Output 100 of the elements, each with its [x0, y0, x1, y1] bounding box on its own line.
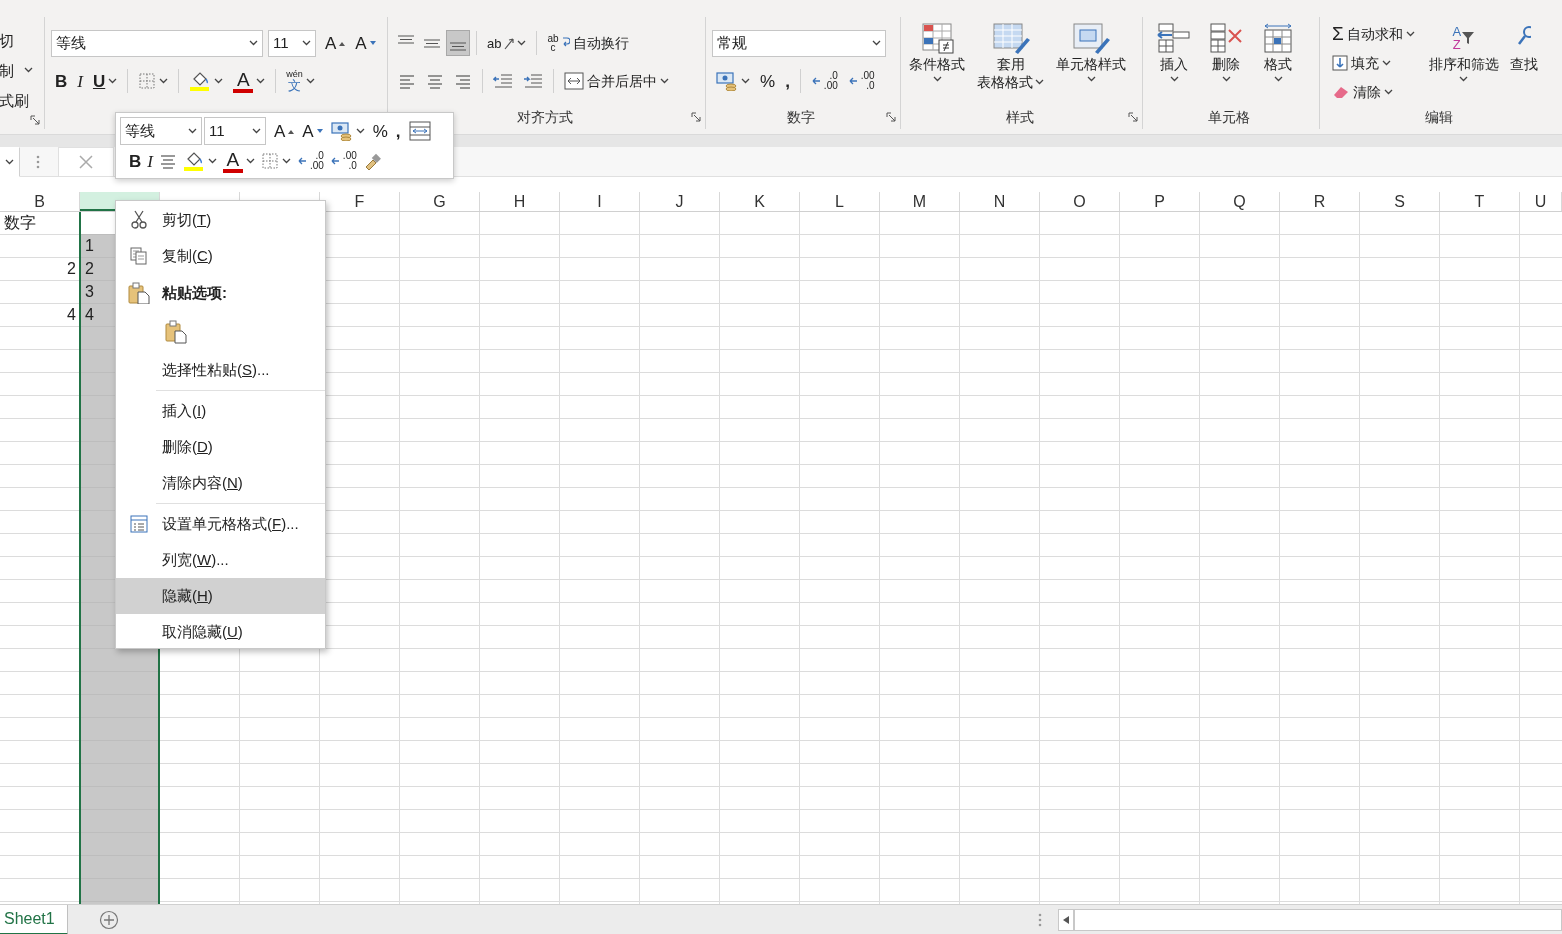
fill-color-icon	[182, 150, 205, 172]
decrease-decimal-button[interactable]: .00 .0	[843, 67, 879, 95]
italic-button[interactable]: I	[144, 147, 156, 175]
horizontal-scrollbar[interactable]	[1074, 908, 1562, 931]
menu-item[interactable]: 设置单元格格式(F)...	[116, 506, 325, 542]
column-header[interactable]: S	[1360, 192, 1440, 211]
caret-icon	[1405, 30, 1415, 37]
menu-item[interactable]: 清除内容(N)	[116, 465, 325, 501]
wrap-text-button[interactable]: ab c 自动换行	[543, 29, 633, 57]
menu-item[interactable]: 复制(C)	[116, 238, 325, 274]
column-header[interactable]: U	[1520, 192, 1562, 211]
column-header[interactable]: K	[720, 192, 800, 211]
caret-icon	[932, 75, 942, 82]
decrease-decimal-button[interactable]: .00 .0	[326, 147, 360, 175]
column-header[interactable]: N	[960, 192, 1040, 211]
underline-button[interactable]: U	[88, 67, 122, 95]
grow-font-button[interactable]: A	[271, 117, 298, 145]
orientation-button[interactable]: ab	[483, 29, 531, 57]
borders-icon	[260, 152, 279, 170]
sigma-icon: Σ	[1332, 24, 1344, 43]
editing-button[interactable]: 清除	[1328, 77, 1419, 106]
number-format-field[interactable]: 常规	[712, 29, 886, 57]
cancel-button[interactable]	[58, 146, 114, 177]
caret-icon	[214, 78, 224, 84]
dialog-launcher-icon	[886, 112, 896, 122]
column-header[interactable]: H	[480, 192, 560, 211]
grow-font-button[interactable]: A	[321, 29, 350, 57]
column-header[interactable]: O	[1040, 192, 1120, 211]
cell-command-button[interactable]: 删除	[1203, 17, 1249, 105]
fill-down-icon	[1332, 54, 1348, 71]
caret-icon	[741, 78, 750, 84]
fill-color-icon	[189, 70, 212, 92]
caret-icon	[1035, 79, 1044, 86]
caret-icon	[252, 128, 261, 134]
shrink-font-button[interactable]: A	[299, 117, 326, 145]
percent-button[interactable]: %	[369, 117, 391, 145]
font-color-button[interactable]: A	[219, 147, 258, 175]
style-button[interactable]: 套用 表格格式	[973, 17, 1048, 105]
table-cell-text: 2	[66, 259, 77, 279]
font-size-field[interactable]: 11	[268, 29, 316, 57]
bold-button[interactable]: B	[126, 147, 145, 175]
column-header[interactable]: J	[640, 192, 720, 211]
increase-decimal-button[interactable]: .0 .00	[806, 67, 842, 95]
menu-item[interactable]: 插入(I)	[116, 393, 325, 429]
font-name-field[interactable]: 等线	[51, 29, 263, 57]
plus-circle-icon	[98, 909, 119, 930]
clipboard-button[interactable]: 制	[0, 59, 34, 81]
column-header[interactable]: T	[1440, 192, 1520, 211]
menu-item[interactable]: 删除(D)	[116, 429, 325, 465]
column-header[interactable]: G	[400, 192, 480, 211]
column-header[interactable]: M	[880, 192, 960, 211]
align-left-icon	[398, 73, 416, 89]
comma-button[interactable]: ,	[392, 117, 404, 145]
font-color-button[interactable]: A	[229, 67, 270, 95]
bold-button[interactable]: B	[51, 67, 72, 95]
insert-cells-icon	[1155, 22, 1193, 54]
phonetic-button[interactable]: wén 文	[282, 67, 319, 95]
caret-icon	[1086, 75, 1096, 82]
caret-icon	[872, 40, 881, 46]
triangle-down-icon	[369, 40, 376, 46]
italic-button[interactable]: I	[73, 67, 87, 95]
merge-center-button[interactable]: 合并后居中	[560, 67, 673, 95]
style-button[interactable]: 单元格样式	[1052, 17, 1130, 105]
menu-item[interactable]: 取消隐藏(U)	[116, 614, 325, 650]
font-size-field[interactable]: 11	[204, 117, 266, 145]
find-button[interactable]: 查找	[1508, 17, 1539, 106]
menu-item[interactable]: 选择性粘贴(S)...	[116, 352, 325, 388]
column-header[interactable]: I	[560, 192, 640, 211]
percent-button[interactable]: %	[756, 67, 780, 95]
scroll-left-button[interactable]	[1058, 908, 1074, 931]
menu-item[interactable]: 列宽(W)...	[116, 542, 325, 578]
font-name-field[interactable]: 等线	[120, 117, 202, 145]
name-box-dropdown[interactable]	[0, 146, 20, 177]
funnel-icon	[1461, 31, 1476, 45]
style-button[interactable]: 条件格式	[905, 17, 969, 105]
money-icon	[330, 121, 353, 141]
comma-button[interactable]: ,	[781, 67, 794, 95]
vertical-align-button[interactable]	[446, 30, 470, 56]
sort-filter-button[interactable]: A Z 排序和筛选	[1424, 17, 1503, 106]
menu-item[interactable]: 隐藏(H)	[116, 578, 325, 614]
triangle-up-icon	[339, 40, 346, 46]
cell-command-button[interactable]: 插入	[1151, 17, 1197, 105]
cell-command-button[interactable]: 格式	[1255, 17, 1301, 105]
column-header[interactable]: Q	[1200, 192, 1280, 211]
menu-heading: 粘贴选项:	[116, 274, 325, 312]
clipboard-button[interactable]: 式刷	[0, 89, 34, 111]
shrink-font-button[interactable]: A	[351, 29, 380, 57]
align-center-icon	[426, 73, 444, 89]
sheet-tab[interactable]: Sheet1	[0, 904, 68, 934]
column-header[interactable]: P	[1120, 192, 1200, 211]
column-header[interactable]: R	[1280, 192, 1360, 211]
caret-icon	[245, 158, 255, 164]
increase-decimal-button[interactable]: .0 .00	[293, 147, 327, 175]
column-header[interactable]: L	[800, 192, 880, 211]
group-label: 对齐方式	[516, 107, 573, 127]
align-center-icon	[158, 153, 177, 169]
delete-cells-icon	[1207, 22, 1245, 54]
editing-button[interactable]: 填充	[1328, 48, 1419, 77]
caret-icon	[1384, 88, 1393, 95]
editing-button[interactable]: Σ 自动求和	[1328, 19, 1419, 48]
